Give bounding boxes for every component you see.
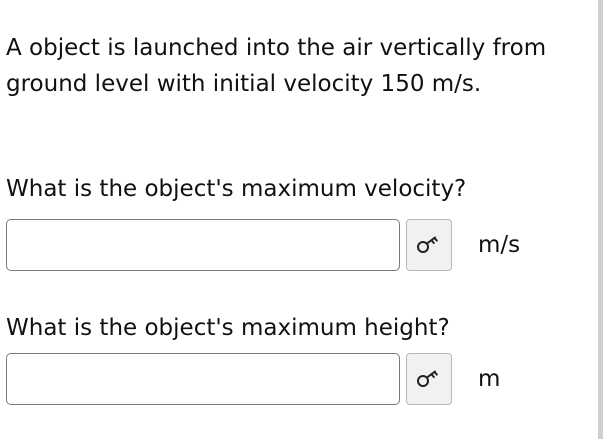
part-1-answer-input[interactable] [6, 219, 400, 271]
key-icon [417, 370, 438, 387]
part-2-answer-row: m [6, 353, 500, 405]
part-1-key-button[interactable] [406, 219, 452, 271]
key-icon [417, 236, 438, 253]
part-1-answer-row: m/s [6, 219, 520, 271]
part-2-unit-label: m [478, 366, 501, 392]
question-text: A object is launched into the air vertic… [6, 35, 547, 97]
part-2-prompt: What is the object's maximum height? [6, 315, 450, 341]
part-2-key-button[interactable] [406, 353, 452, 405]
part-1-unit-label: m/s [478, 232, 521, 258]
part-1-prompt: What is the object's maximum velocity? [6, 176, 467, 202]
part-2-answer-input[interactable] [6, 353, 400, 405]
scrollbar[interactable] [598, 0, 603, 439]
